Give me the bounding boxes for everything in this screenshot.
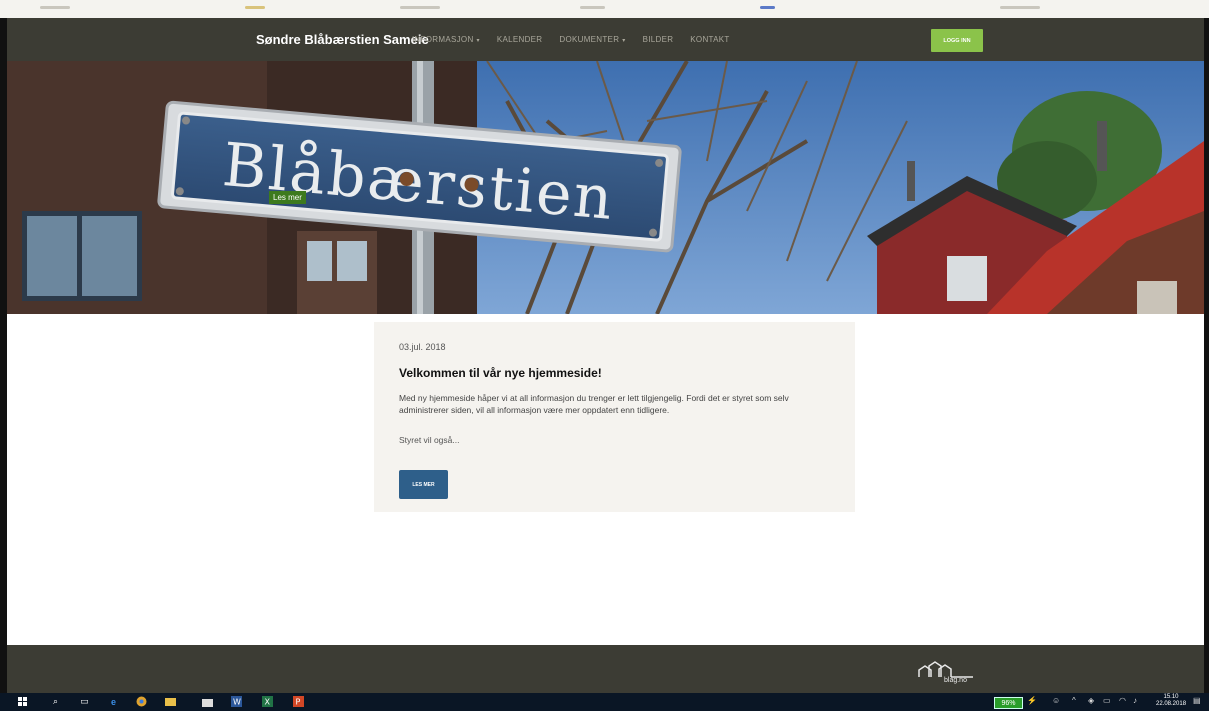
site-footer: blag.no xyxy=(7,645,1204,693)
svg-text:W: W xyxy=(233,698,241,707)
svg-text:P: P xyxy=(296,698,301,707)
system-clock[interactable]: 15.10 22.08.2018 xyxy=(1156,694,1186,708)
nav-label: KONTAKT xyxy=(690,35,730,44)
volume-icon[interactable]: ♪ xyxy=(1133,696,1137,705)
show-hidden-icons-chevron[interactable]: ^ xyxy=(1072,696,1076,705)
hero-photo: Blåbærstien xyxy=(7,61,1204,314)
hero-banner: Blåbærstien Les mer xyxy=(7,61,1204,314)
news-card: 03.jul. 2018 Velkommen til vår nye hjemm… xyxy=(374,322,855,512)
nav-item-dokumenter[interactable]: DOKUMENTER ▾ xyxy=(559,35,625,44)
post-excerpt: Styret vil også... xyxy=(399,435,460,445)
browser-top-strip xyxy=(0,0,1209,19)
edge-browser-icon[interactable]: e xyxy=(108,696,119,707)
nav-item-bilder[interactable]: BILDER xyxy=(643,35,674,44)
people-icon[interactable]: ☺ xyxy=(1052,696,1060,705)
footer-logo-text[interactable]: blag.no xyxy=(944,677,967,684)
nav-label: KALENDER xyxy=(496,35,543,44)
word-icon[interactable]: W xyxy=(231,696,242,707)
clock-date: 22.08.2018 xyxy=(1156,701,1187,707)
power-plug-icon: ⚡ xyxy=(1027,696,1037,705)
excel-icon[interactable]: X xyxy=(262,696,273,707)
nav-label: INFORMASJON xyxy=(412,35,474,44)
nav-item-kontakt[interactable]: KONTAKT xyxy=(690,35,729,44)
post-title[interactable]: Velkommen til vår nye hjemmeside! xyxy=(399,366,602,380)
task-view-icon[interactable]: ▭ xyxy=(79,696,90,707)
chrome-browser-icon[interactable] xyxy=(136,696,147,707)
chevron-down-icon: ▾ xyxy=(622,38,626,44)
screen-frame-left xyxy=(0,18,7,693)
battery-indicator[interactable]: 96% xyxy=(994,697,1023,709)
svg-text:X: X xyxy=(265,698,271,707)
store-icon[interactable] xyxy=(202,696,213,707)
hero-read-more-tag[interactable]: Les mer xyxy=(269,191,306,204)
battery-icon[interactable]: ▭ xyxy=(1103,696,1111,705)
main-nav: INFORMASJON ▾ KALENDER DOKUMENTER ▾ BILDER… xyxy=(412,35,747,44)
site-title[interactable]: Søndre Blåbærstien Sameie xyxy=(256,32,429,47)
login-button[interactable]: LOGG INN xyxy=(931,29,983,52)
read-more-button[interactable]: LES MER xyxy=(399,470,448,499)
nav-item-kalender[interactable]: KALENDER xyxy=(497,35,543,44)
windows-start-icon[interactable] xyxy=(17,696,28,707)
wifi-icon[interactable]: ◠ xyxy=(1119,696,1126,705)
search-icon[interactable]: ⌕ xyxy=(50,696,61,707)
windows-taskbar: ⌕ ▭ e W X P 96% ⚡ ☺ ^ ◈ ▭ ◠ ♪ 15.10 22.0… xyxy=(0,693,1209,711)
powerpoint-icon[interactable]: P xyxy=(293,696,304,707)
notifications-icon[interactable]: ▤ xyxy=(1193,696,1201,705)
nav-label: DOKUMENTER xyxy=(559,35,620,44)
clock-time: 15.10 xyxy=(1163,694,1179,700)
post-body: Med ny hjemmeside håper vi at all inform… xyxy=(399,393,789,415)
nav-item-informasjon[interactable]: INFORMASJON ▾ xyxy=(412,35,480,44)
nav-label: BILDER xyxy=(642,35,674,44)
post-date: 03.jul. 2018 xyxy=(399,342,446,352)
network-icon[interactable]: ◈ xyxy=(1088,696,1094,705)
file-explorer-icon[interactable] xyxy=(165,696,176,707)
chevron-down-icon: ▾ xyxy=(476,38,480,44)
screen-frame-right xyxy=(1204,18,1209,693)
site-navbar: Søndre Blåbærstien Sameie INFORMASJON ▾ K… xyxy=(7,18,1204,61)
